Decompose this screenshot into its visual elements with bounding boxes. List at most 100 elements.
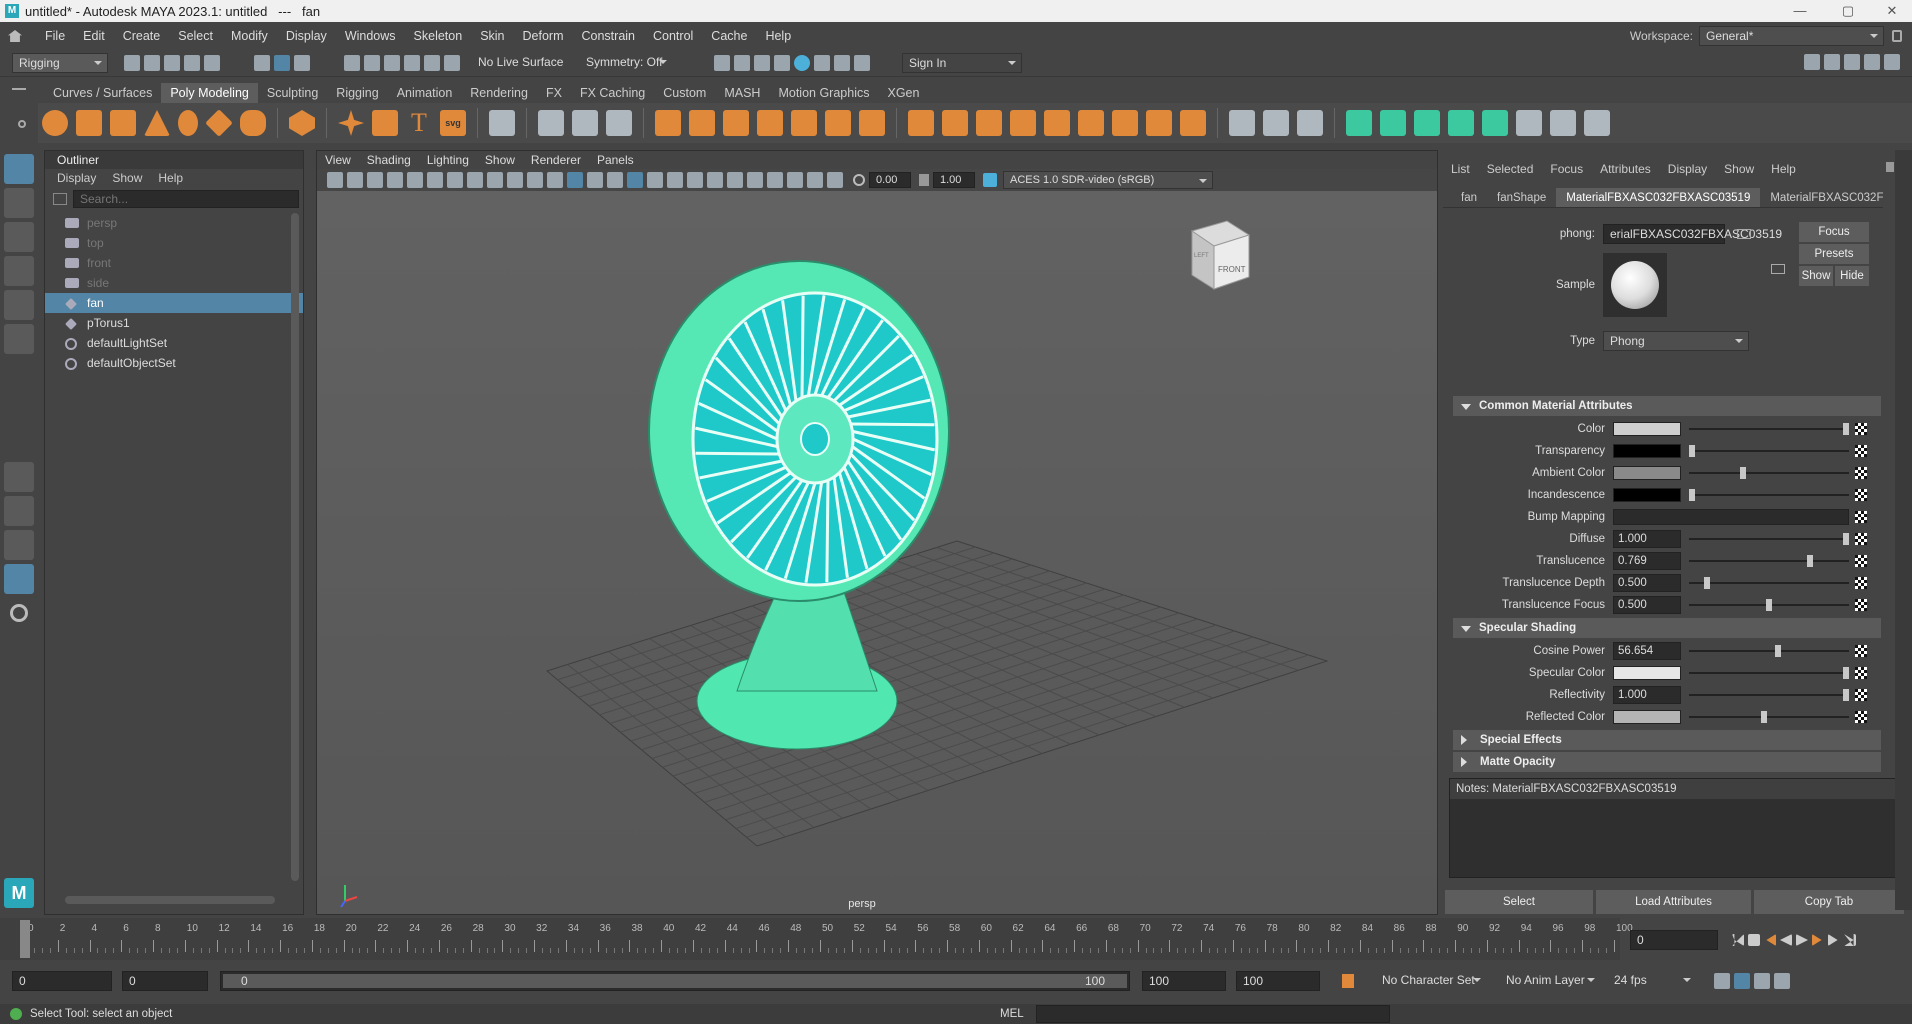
map-button-icon[interactable] xyxy=(1855,645,1867,657)
xray-icon[interactable] xyxy=(807,172,823,188)
bevel-icon[interactable] xyxy=(942,110,968,136)
shelf-tab-fx[interactable]: FX xyxy=(537,83,571,103)
super-shape-icon[interactable] xyxy=(338,110,364,136)
modeling-toolkit-icon[interactable] xyxy=(1804,54,1820,70)
section-specular-shading[interactable]: Specular Shading xyxy=(1453,618,1881,638)
combine-icon[interactable] xyxy=(538,110,564,136)
slider-knob[interactable] xyxy=(1766,599,1772,611)
poly-cube-icon[interactable] xyxy=(76,110,102,136)
current-time-marker[interactable] xyxy=(20,920,30,958)
open-scene-icon[interactable] xyxy=(144,55,160,71)
map-button-icon[interactable] xyxy=(1855,467,1867,479)
attr-slider[interactable] xyxy=(1689,533,1849,545)
gamma-field[interactable]: 1.00 xyxy=(933,172,975,188)
use-all-lights-icon[interactable] xyxy=(667,172,683,188)
cylindrical-uv-icon[interactable] xyxy=(1263,110,1289,136)
target-weld-icon[interactable] xyxy=(1044,110,1070,136)
outliner-menu-display[interactable]: Display xyxy=(57,171,96,185)
color-swatch[interactable] xyxy=(1613,488,1681,502)
render-view-icon[interactable] xyxy=(714,55,730,71)
poly-cone-icon[interactable] xyxy=(144,110,170,136)
view-cube[interactable]: FRONT LEFT xyxy=(1190,220,1251,290)
bridge-icon[interactable] xyxy=(825,110,851,136)
script-language-label[interactable]: MEL xyxy=(1000,1008,1024,1020)
attr-tab-0[interactable]: fan xyxy=(1451,188,1487,207)
outliner-vertical-scrollbar[interactable] xyxy=(291,213,299,881)
pin-icon[interactable] xyxy=(1886,162,1894,172)
outliner-item-defaultobjectset[interactable]: defaultObjectSet xyxy=(45,353,303,373)
attr-menu-help[interactable]: Help xyxy=(1771,162,1796,176)
save-scene-icon[interactable] xyxy=(164,55,180,71)
outliner-search-input[interactable] xyxy=(73,190,299,208)
map-button-icon[interactable] xyxy=(1855,577,1867,589)
multi-cut-icon[interactable] xyxy=(1010,110,1036,136)
map-button-icon[interactable] xyxy=(1855,667,1867,679)
map-button-icon[interactable] xyxy=(1855,533,1867,545)
symmetry-select[interactable]: Symmetry: Off xyxy=(580,53,672,73)
make-live-icon[interactable] xyxy=(444,55,460,71)
prev-key-icon[interactable] xyxy=(1766,934,1776,946)
attr-value-field[interactable]: 0.500 xyxy=(1613,596,1681,614)
planar-uv-icon[interactable] xyxy=(1229,110,1255,136)
color-swatch[interactable] xyxy=(1613,444,1681,458)
four-view-icon[interactable] xyxy=(4,496,34,526)
single-perspective-view-icon[interactable] xyxy=(4,462,34,492)
shelf-tab-fx-caching[interactable]: FX Caching xyxy=(571,83,654,103)
platonic-solid-icon[interactable] xyxy=(289,110,315,136)
resolution-gate-icon[interactable] xyxy=(487,172,503,188)
colorspace-select[interactable]: ACES 1.0 SDR-video (sRGB) xyxy=(1003,171,1213,189)
camera-attributes-icon[interactable] xyxy=(347,172,363,188)
load-attributes-button[interactable]: Load Attributes xyxy=(1596,890,1751,914)
step-forward-icon[interactable] xyxy=(1828,934,1838,946)
menu-create[interactable]: Create xyxy=(114,29,170,43)
slider-knob[interactable] xyxy=(1775,645,1782,657)
append-polygon-icon[interactable] xyxy=(976,110,1002,136)
shelf-tab-sculpting[interactable]: Sculpting xyxy=(258,83,327,103)
viewport-menu-renderer[interactable]: Renderer xyxy=(523,153,589,167)
persp-outliner-layout-icon[interactable] xyxy=(4,530,34,560)
menu-edit[interactable]: Edit xyxy=(74,29,114,43)
time-slider[interactable]: 0 2 4 6 8 10 12 14 16 18 20 22 24 26 28 30 32 34 36 38 40 42 4… xyxy=(0,918,1633,960)
attr-slider[interactable] xyxy=(1689,711,1849,723)
workspace-select[interactable]: General* xyxy=(1699,26,1884,46)
default-material-icon[interactable] xyxy=(607,172,623,188)
exposure-field[interactable]: 0.00 xyxy=(869,172,911,188)
shelf-tab-mash[interactable]: MASH xyxy=(715,83,769,103)
shelf-tab-rendering[interactable]: Rendering xyxy=(461,83,537,103)
scale-tool-icon[interactable] xyxy=(4,324,34,354)
smooth-icon[interactable] xyxy=(606,110,632,136)
paint-select-tool-icon[interactable] xyxy=(4,222,34,252)
minimize-button[interactable]: — xyxy=(1780,0,1820,22)
menu-modify[interactable]: Modify xyxy=(222,29,277,43)
offset-edge-loop-icon[interactable] xyxy=(1112,110,1138,136)
attr-slider[interactable] xyxy=(1689,555,1849,567)
menu-select[interactable]: Select xyxy=(169,29,222,43)
next-key-icon[interactable] xyxy=(1812,934,1822,946)
attr-slider[interactable] xyxy=(1689,645,1849,657)
outliner-item-defaultlightset[interactable]: defaultLightSet xyxy=(45,333,303,353)
attr-menu-show[interactable]: Show xyxy=(1724,162,1754,176)
redo-icon[interactable] xyxy=(204,55,220,71)
copy-tab-button[interactable]: Copy Tab xyxy=(1754,890,1904,914)
delete-history-icon[interactable] xyxy=(1584,110,1610,136)
map-field[interactable] xyxy=(1613,509,1849,525)
go-input-icon[interactable] xyxy=(1737,229,1751,239)
light-editor-icon[interactable] xyxy=(834,55,850,71)
playback-snap-icon[interactable] xyxy=(1734,973,1750,989)
command-line-input[interactable] xyxy=(1036,1005,1390,1023)
snap-curve-icon[interactable] xyxy=(364,55,380,71)
slider-knob[interactable] xyxy=(1689,489,1695,501)
viewport-menu-lighting[interactable]: Lighting xyxy=(419,153,477,167)
collapse-icon[interactable] xyxy=(1180,110,1206,136)
menu-cache[interactable]: Cache xyxy=(702,29,756,43)
color-swatch[interactable] xyxy=(1613,422,1681,436)
shelf-tab-xgen[interactable]: XGen xyxy=(878,83,928,103)
outliner-item-fan[interactable]: fan xyxy=(45,293,303,313)
color-management-icon[interactable] xyxy=(983,173,997,187)
viewport-menu-show[interactable]: Show xyxy=(477,153,523,167)
attr-value-field[interactable]: 1.000 xyxy=(1613,530,1681,548)
attr-menu-attributes[interactable]: Attributes xyxy=(1600,162,1651,176)
menu-skeleton[interactable]: Skeleton xyxy=(405,29,472,43)
textured-icon[interactable] xyxy=(647,172,663,188)
shadows-icon[interactable] xyxy=(687,172,703,188)
